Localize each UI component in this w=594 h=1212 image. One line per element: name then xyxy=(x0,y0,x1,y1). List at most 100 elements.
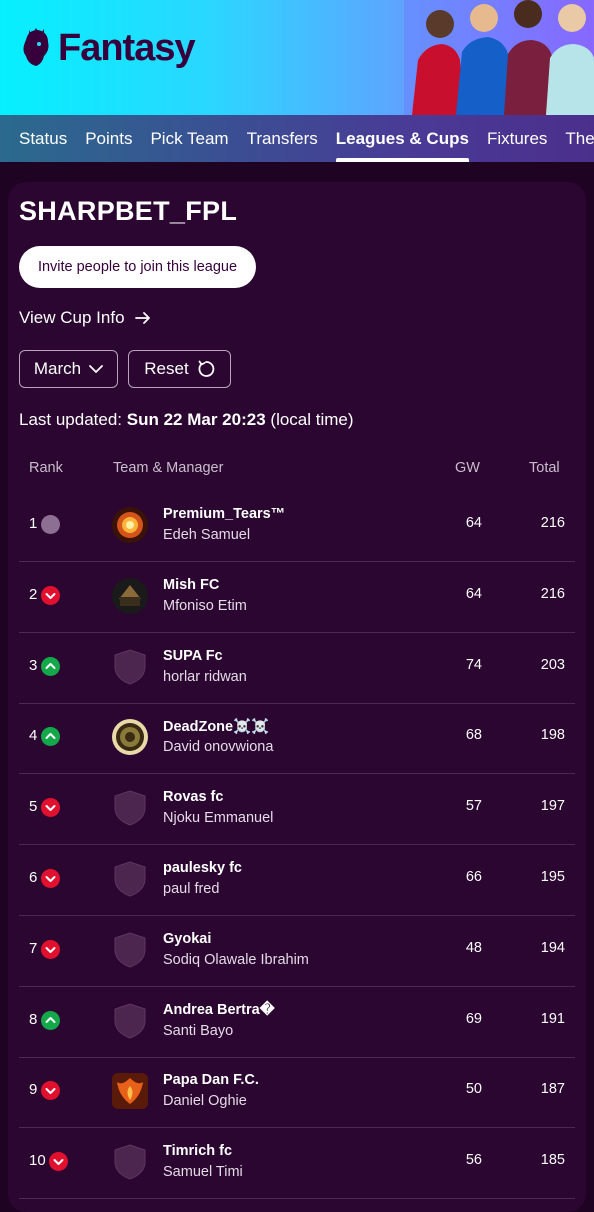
logo-text: Fantasy xyxy=(58,26,196,69)
rank-movement-up-icon xyxy=(41,1010,60,1030)
total-points: 216 xyxy=(540,515,565,531)
rank-number: 7 xyxy=(29,939,38,957)
updated-prefix: Last updated: xyxy=(19,410,123,429)
team-name[interactable]: SUPA Fc xyxy=(163,648,223,664)
rank-number: 2 xyxy=(29,585,38,603)
gw-points: 66 xyxy=(465,869,482,885)
team-name[interactable]: Papa Dan F.C. xyxy=(163,1072,259,1088)
total-points: 185 xyxy=(540,1152,565,1169)
team-name[interactable]: Premium_Tears™ xyxy=(163,506,285,522)
manager-name: Njoku Emmanuel xyxy=(163,810,274,827)
total-points: 198 xyxy=(540,727,565,744)
nav-status[interactable]: Status xyxy=(0,115,76,162)
team-name[interactable]: DeadZone☠️☠️ xyxy=(163,718,269,735)
rank-movement-down-icon xyxy=(49,1152,68,1172)
gw-points: 74 xyxy=(465,656,482,673)
manager-name: David onovwiona xyxy=(163,739,274,756)
last-updated: Last updated: Sun 22 Mar 20:23 (local ti… xyxy=(19,410,354,430)
rank-movement-down-icon xyxy=(41,939,60,959)
rank-number: 9 xyxy=(29,1081,38,1099)
arrow-right-icon xyxy=(134,312,150,324)
invite-button[interactable]: Invite people to join this league xyxy=(19,246,256,288)
table-row[interactable]: 3 SUPA Fc horlar ridwan 74 203 xyxy=(19,633,575,704)
gw-points: 50 xyxy=(465,1081,482,1098)
reset-label: Reset xyxy=(144,359,189,378)
gw-points: 64 xyxy=(465,585,482,602)
total-points: 191 xyxy=(540,1010,565,1027)
team-name[interactable]: Timrich fc xyxy=(163,1143,232,1159)
updated-suffix: (local time) xyxy=(270,410,354,429)
team-name[interactable]: Rovas fc xyxy=(163,789,223,805)
team-badge-icon xyxy=(111,1143,149,1181)
players-artwork xyxy=(404,0,594,115)
league-title: SHARPBET_FPL xyxy=(19,196,238,226)
table-row[interactable]: 7 Gyokai Sodiq Olawale Ibrahim 48 194 xyxy=(19,916,575,987)
team-badge-icon xyxy=(111,860,149,898)
manager-name: Samuel Timi xyxy=(163,1164,243,1181)
team-badge-icon xyxy=(111,506,149,544)
rank-movement-down-icon xyxy=(41,798,60,818)
team-badge-icon xyxy=(111,718,149,756)
gw-points: 57 xyxy=(465,798,482,815)
total-points: 194 xyxy=(540,939,565,956)
rank-movement-up-icon xyxy=(41,727,60,747)
month-select[interactable]: March xyxy=(19,350,118,388)
table-row[interactable]: 1 Premium_Tears™ Edeh Samuel 64 216 xyxy=(19,491,575,562)
rank-number: 3 xyxy=(29,656,38,674)
table-row[interactable]: 4 DeadZone☠️☠️ David onovwiona 68 198 xyxy=(19,703,575,775)
header-team-manager: Team & Manager xyxy=(113,460,224,476)
team-name[interactable]: Gyokai xyxy=(163,931,211,947)
fantasy-logo[interactable]: Fantasy xyxy=(18,26,196,70)
manager-name: paul fred xyxy=(163,881,220,897)
nav-transfers[interactable]: Transfers xyxy=(238,115,327,162)
total-points: 195 xyxy=(540,869,565,885)
reset-icon xyxy=(198,360,214,377)
gw-points: 56 xyxy=(465,1152,482,1169)
chevron-down-icon xyxy=(89,364,104,373)
rank-number: 5 xyxy=(29,798,38,816)
app-header: Fantasy xyxy=(0,0,594,115)
header-rank: Rank xyxy=(29,460,63,476)
manager-name: Daniel Oghie xyxy=(163,1093,247,1110)
nav-pick-team[interactable]: Pick Team xyxy=(141,115,237,162)
reset-button[interactable]: Reset xyxy=(128,350,231,388)
lion-crest-icon xyxy=(23,28,49,66)
gw-points: 69 xyxy=(465,1010,482,1027)
table-row[interactable]: 6 paulesky fc paul fred 66 195 xyxy=(19,845,575,916)
rank-movement-down-icon xyxy=(41,869,60,888)
total-points: 203 xyxy=(540,656,565,673)
team-badge-icon xyxy=(111,1072,149,1110)
table-row[interactable]: 9 Papa Dan F.C. Daniel Oghie 50 187 xyxy=(19,1057,575,1129)
rank-movement-down-icon xyxy=(41,1081,60,1101)
rank-number: 6 xyxy=(29,869,38,886)
nav-points[interactable]: Points xyxy=(76,115,141,162)
nav-the[interactable]: The xyxy=(556,115,594,162)
team-badge-icon xyxy=(111,931,149,969)
table-row[interactable]: 10 Timrich fc Samuel Timi 56 185 xyxy=(19,1128,575,1200)
table-row[interactable]: 5 Rovas fc Njoku Emmanuel 57 197 xyxy=(19,774,575,846)
month-label: March xyxy=(33,359,82,378)
total-points: 216 xyxy=(540,585,565,602)
team-badge-icon xyxy=(111,1002,149,1040)
gw-points: 64 xyxy=(465,515,482,531)
table-row[interactable]: 2 Mish FC Mfoniso Etim 64 216 xyxy=(19,562,575,633)
table-row[interactable]: 8 Andrea Bertra� Santi Bayo 69 191 xyxy=(19,987,575,1058)
team-name[interactable]: Mish FC xyxy=(163,577,219,593)
team-badge-icon xyxy=(111,648,149,686)
rank-movement-down-icon xyxy=(41,585,60,605)
cup-link-label: View Cup Info xyxy=(19,308,125,327)
main-nav: Status Points Pick Team Transfers League… xyxy=(0,115,594,162)
rank-number: 10 xyxy=(29,1152,46,1170)
team-badge-icon xyxy=(111,577,149,615)
manager-name: Sodiq Olawale Ibrahim xyxy=(163,951,309,968)
manager-name: horlar ridwan xyxy=(163,668,247,685)
view-cup-info-link[interactable]: View Cup Info xyxy=(19,308,151,328)
team-name[interactable]: Andrea Bertra� xyxy=(163,1002,275,1018)
manager-name: Mfoniso Etim xyxy=(163,597,247,614)
team-name[interactable]: paulesky fc xyxy=(163,860,242,876)
team-badge-icon xyxy=(111,789,149,827)
nav-fixtures[interactable]: Fixtures xyxy=(478,115,556,162)
updated-time: Sun 22 Mar 20:23 xyxy=(126,410,266,429)
nav-leagues-cups[interactable]: Leagues & Cups xyxy=(327,115,478,162)
header-gw: GW xyxy=(455,460,480,476)
